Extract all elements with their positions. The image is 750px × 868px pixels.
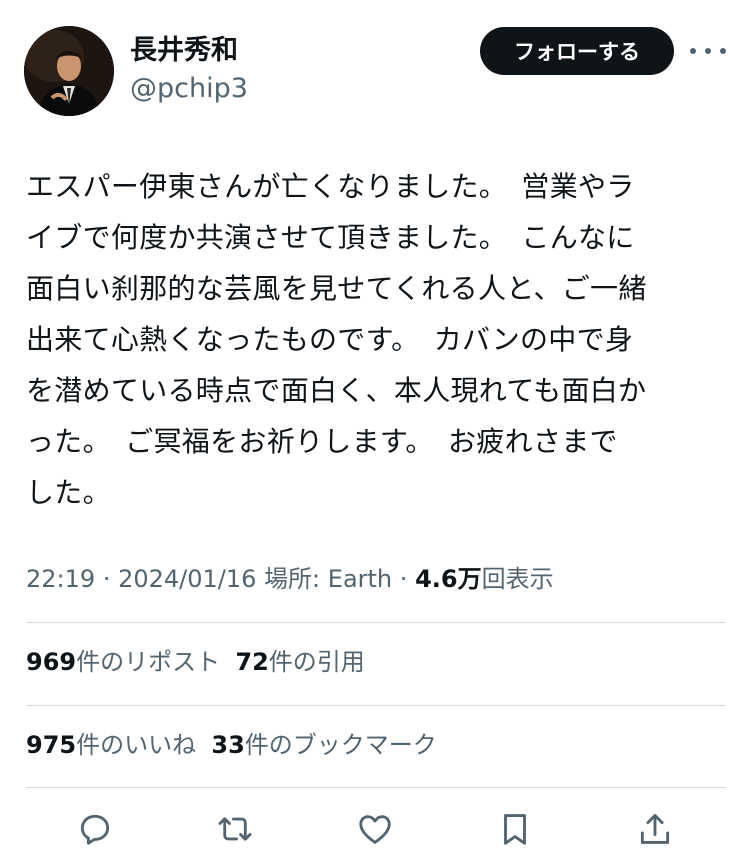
reply-icon[interactable]	[72, 806, 118, 852]
action-bar	[0, 806, 750, 852]
meta-separator: ·	[399, 565, 408, 593]
more-options-icon[interactable]	[690, 36, 726, 66]
bookmarks-count: 33	[211, 731, 245, 759]
dot	[705, 48, 711, 54]
divider	[26, 787, 726, 788]
tweet-meta: 22:19 · 2024/01/16 場所: Earth · 4.6万回表示	[26, 561, 554, 597]
divider	[26, 622, 726, 623]
reposts-stat[interactable]: 969件のリポスト	[26, 648, 220, 676]
author-name[interactable]: 長井秀和	[130, 34, 238, 68]
tweet-line: った。 ご冥福をお祈りします。 お疲れさまで	[26, 425, 618, 458]
bookmark-icon[interactable]	[492, 806, 538, 852]
dot	[690, 48, 696, 54]
meta-separator: ·	[102, 565, 111, 593]
avatar[interactable]	[24, 26, 114, 116]
tweet-time[interactable]: 22:19	[26, 565, 95, 593]
tweet-line: した。	[26, 476, 111, 509]
views-label: 回表示	[481, 565, 554, 593]
likes-label: 件のいいね	[76, 731, 197, 759]
dot	[720, 48, 726, 54]
tweet-text: エスパー伊東さんが亡くなりました。 営業やラ イブで何度か共演させて頂きました。…	[26, 161, 730, 518]
avatar-image	[24, 26, 114, 116]
share-icon[interactable]	[632, 806, 678, 852]
quotes-label: 件の引用	[268, 648, 365, 676]
tweet-line: 面白い刹那的な芸風を見せてくれる人と、ご一緒	[26, 272, 647, 305]
tweet-line: 出来て心熱くなったものです。 カバンの中で身	[26, 323, 634, 356]
likes-stat[interactable]: 975件のいいね	[26, 731, 196, 759]
reposts-count: 969	[26, 648, 77, 676]
quotes-count: 72	[235, 648, 269, 676]
tweet-line: イブで何度か共演させて頂きました。 こんなに	[26, 221, 635, 254]
quotes-stat[interactable]: 72件の引用	[235, 648, 364, 676]
author-handle[interactable]: @pchip3	[130, 72, 248, 106]
bookmarks-label: 件のブックマーク	[244, 731, 437, 759]
tweet-line: を潜めている時点で面白く、本人現れても面白か	[26, 374, 647, 407]
reposts-label: 件のリポスト	[76, 648, 221, 676]
tweet-line: エスパー伊東さんが亡くなりました。 営業やラ	[26, 170, 635, 203]
tweet-location: 場所: Earth	[264, 565, 393, 593]
repost-icon[interactable]	[212, 806, 258, 852]
stats-row-likes: 975件のいいね 33件のブックマーク	[26, 728, 437, 762]
divider	[26, 705, 726, 706]
tweet-date[interactable]: 2024/01/16	[118, 565, 256, 593]
stats-row-reposts: 969件のリポスト 72件の引用	[26, 645, 365, 679]
likes-count: 975	[26, 731, 77, 759]
follow-button[interactable]: フォローする	[480, 27, 674, 75]
views-count: 4.6万	[415, 565, 482, 593]
like-icon[interactable]	[352, 806, 398, 852]
bookmarks-stat[interactable]: 33件のブックマーク	[211, 731, 436, 759]
